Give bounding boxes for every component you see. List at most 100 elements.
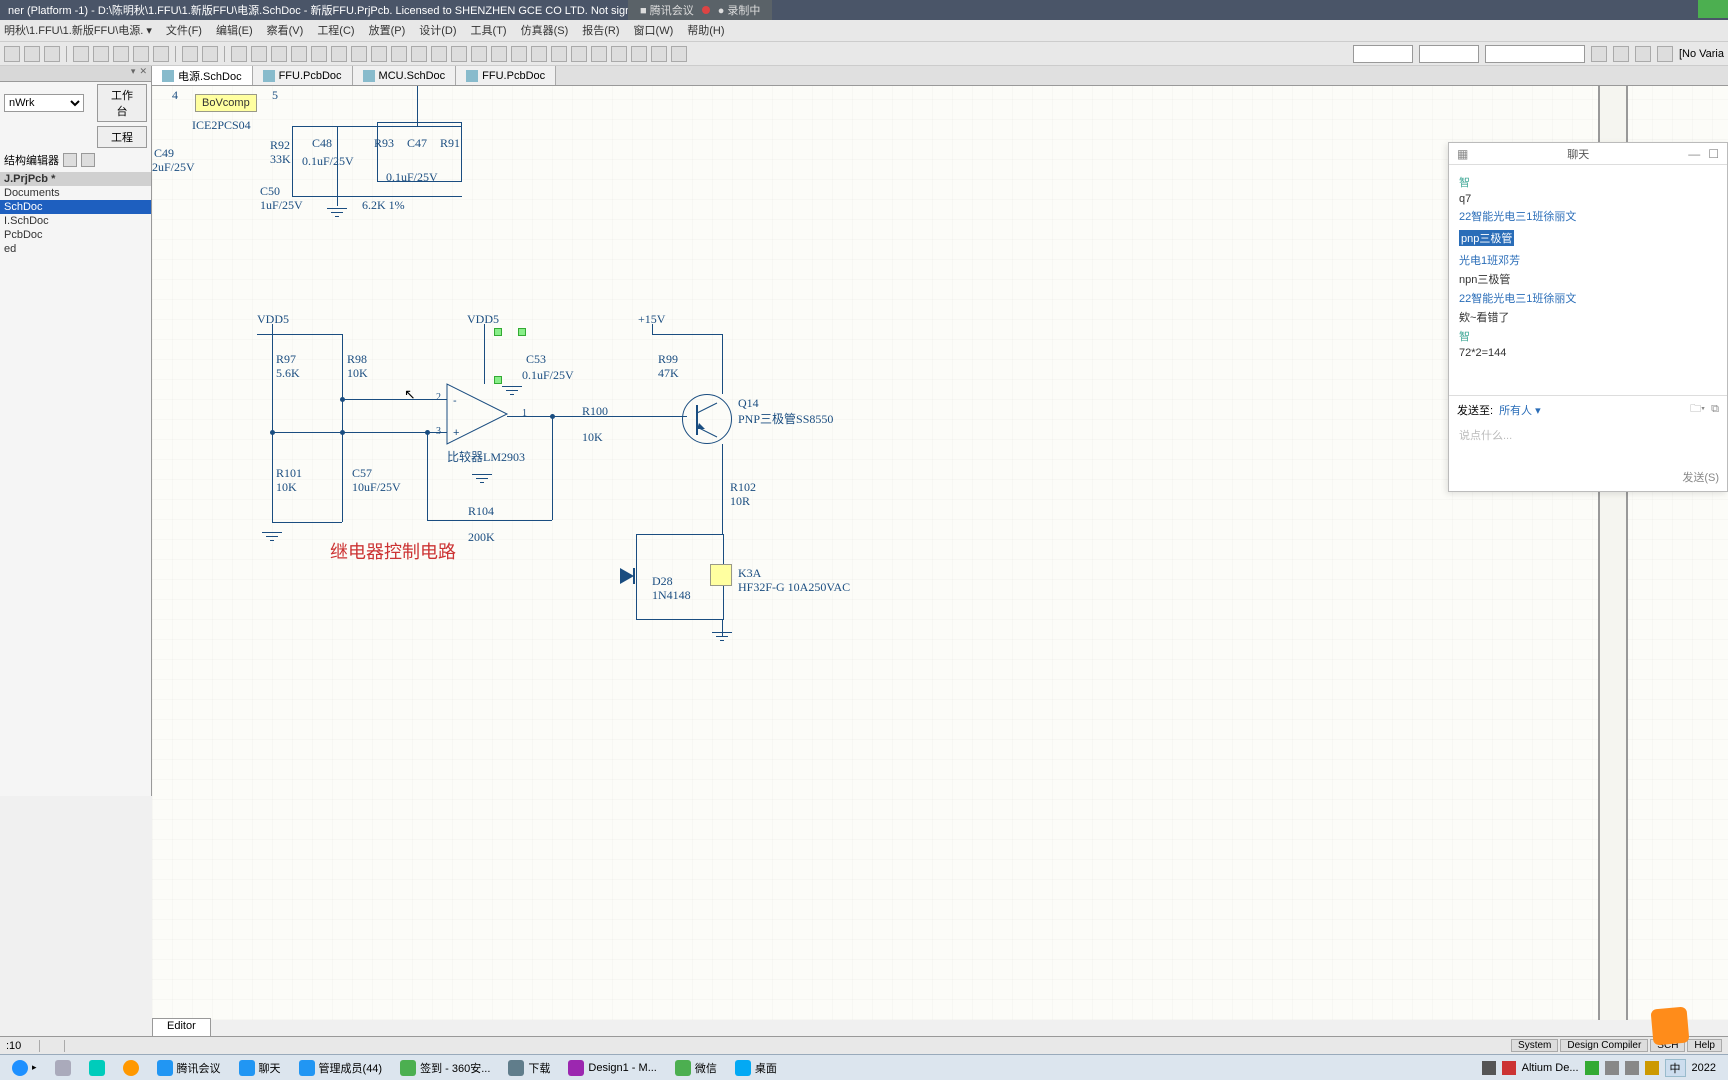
menu-simulate[interactable]: 仿真器(S) [521, 22, 569, 39]
tool-icon[interactable] [411, 46, 427, 62]
workbench-button[interactable]: 工作台 [97, 84, 147, 122]
tool-icon[interactable] [331, 46, 347, 62]
taskbar-app[interactable] [47, 1057, 79, 1079]
altium-logo-icon[interactable] [1650, 1006, 1689, 1045]
capture-icon[interactable]: ⧉ [1711, 403, 1719, 416]
tray-icon[interactable] [1502, 1061, 1516, 1075]
tab-schdoc[interactable]: 电源.SchDoc [152, 66, 253, 85]
struct-icon[interactable] [81, 153, 95, 167]
status-system[interactable]: System [1511, 1039, 1558, 1052]
tool-icon[interactable] [451, 46, 467, 62]
tree-documents[interactable]: Documents [0, 186, 151, 200]
tool-icon[interactable] [371, 46, 387, 62]
taskbar-360[interactable]: 签到 - 360安... [392, 1057, 498, 1079]
redo-icon[interactable] [202, 46, 218, 62]
tray-icon[interactable] [1625, 1061, 1639, 1075]
taskbar-app[interactable] [81, 1057, 113, 1079]
taskbar-design1[interactable]: Design1 - M... [560, 1057, 664, 1079]
print-icon[interactable] [73, 46, 89, 62]
copy-icon[interactable] [133, 46, 149, 62]
folder-icon[interactable]: 🗀▾ [1690, 400, 1705, 419]
tray-icon[interactable] [1482, 1061, 1496, 1075]
taskbar-download[interactable]: 下载 [500, 1057, 558, 1079]
tool-icon[interactable] [1657, 46, 1673, 62]
tool-icon[interactable] [1613, 46, 1629, 62]
no-variant-label[interactable]: [No Varia [1679, 48, 1724, 60]
menu-path[interactable]: 明秋\1.FFU\1.新版FFU\电源. ▾ [4, 22, 152, 39]
netlabel-bovcomp[interactable]: BoVcomp [195, 94, 257, 112]
chat-messages[interactable]: 智 q7 22智能光电三1班徐丽文 pnp三极管 光电1班邓芳 npn三极管 2… [1449, 165, 1727, 395]
taskbar-tencent-meeting[interactable]: 腾讯会议 [149, 1057, 229, 1079]
tool-icon[interactable] [551, 46, 567, 62]
tool-icon[interactable] [511, 46, 527, 62]
minimize-icon[interactable]: — [1688, 147, 1700, 161]
tool-icon[interactable] [311, 46, 327, 62]
tree-schdoc[interactable]: I.SchDoc [0, 214, 151, 228]
menu-help[interactable]: 帮助(H) [687, 22, 724, 39]
tool-icon[interactable] [571, 46, 587, 62]
tool-icon[interactable] [391, 46, 407, 62]
tray-icon[interactable] [1605, 1061, 1619, 1075]
menu-reports[interactable]: 报告(R) [582, 22, 619, 39]
tab-mcu-schdoc[interactable]: MCU.SchDoc [353, 66, 457, 85]
editor-tab[interactable]: Editor [152, 1018, 211, 1036]
menu-edit[interactable]: 编辑(E) [216, 22, 253, 39]
menu-design[interactable]: 设计(D) [419, 22, 456, 39]
tree-item[interactable]: ed [0, 242, 151, 256]
combo-2[interactable] [1419, 45, 1479, 63]
tray-icon[interactable] [1645, 1061, 1659, 1075]
tray-icon[interactable] [1585, 1061, 1599, 1075]
open-icon[interactable] [24, 46, 40, 62]
ime-indicator[interactable]: 中 [1665, 1059, 1686, 1077]
tab-pcbdoc[interactable]: FFU.PcbDoc [253, 66, 353, 85]
green-corner-tab[interactable] [1698, 0, 1728, 18]
tree-pcbdoc[interactable]: PcbDoc [0, 228, 151, 242]
tool-icon[interactable] [611, 46, 627, 62]
tool-icon[interactable] [491, 46, 507, 62]
status-help[interactable]: Help [1687, 1039, 1722, 1052]
tab-ffu-pcbdoc[interactable]: FFU.PcbDoc [456, 66, 556, 85]
tray-altium[interactable]: Altium De... [1522, 1062, 1579, 1074]
combo-3[interactable] [1485, 45, 1585, 63]
tree-project[interactable]: J.PrjPcb * [0, 172, 151, 186]
pin-icon[interactable]: ▾ [131, 66, 136, 81]
start-button[interactable]: ▸ [4, 1057, 45, 1079]
tool-icon[interactable] [1591, 46, 1607, 62]
taskbar-chat[interactable]: 聊天 [231, 1057, 289, 1079]
chat-grid-icon[interactable]: ▦ [1457, 147, 1468, 161]
tool-icon[interactable] [351, 46, 367, 62]
maximize-icon[interactable]: ☐ [1708, 147, 1719, 161]
new-icon[interactable] [4, 46, 20, 62]
tool-icon[interactable] [471, 46, 487, 62]
tool-icon[interactable] [651, 46, 667, 62]
menu-window[interactable]: 窗口(W) [634, 22, 674, 39]
tray-year[interactable]: 2022 [1692, 1062, 1716, 1074]
workspace-select[interactable]: nWrk [4, 94, 84, 112]
menu-view[interactable]: 察看(V) [267, 22, 304, 39]
project-button[interactable]: 工程 [97, 126, 147, 148]
send-button[interactable]: 发送(S) [1682, 469, 1719, 485]
status-design-compiler[interactable]: Design Compiler [1560, 1039, 1648, 1052]
tool-icon[interactable] [591, 46, 607, 62]
tool-icon[interactable] [431, 46, 447, 62]
struct-icon[interactable] [63, 153, 77, 167]
close-icon[interactable]: ✕ [139, 66, 147, 81]
taskbar-members[interactable]: 管理成员(44) [291, 1057, 391, 1079]
tree-schdoc-selected[interactable]: SchDoc [0, 200, 151, 214]
tool-icon[interactable] [271, 46, 287, 62]
zoom-icon[interactable] [93, 46, 109, 62]
combo-1[interactable] [1353, 45, 1413, 63]
menu-project[interactable]: 工程(C) [317, 22, 354, 39]
tool-icon[interactable] [531, 46, 547, 62]
taskbar-app[interactable] [115, 1057, 147, 1079]
tool-icon[interactable] [251, 46, 267, 62]
cut-icon[interactable] [113, 46, 129, 62]
tool-icon[interactable] [291, 46, 307, 62]
save-icon[interactable] [44, 46, 60, 62]
tool-icon[interactable] [631, 46, 647, 62]
project-tree[interactable]: J.PrjPcb * Documents SchDoc I.SchDoc Pcb… [0, 170, 151, 258]
paste-icon[interactable] [153, 46, 169, 62]
tool-icon[interactable] [671, 46, 687, 62]
undo-icon[interactable] [182, 46, 198, 62]
menu-place[interactable]: 放置(P) [369, 22, 406, 39]
